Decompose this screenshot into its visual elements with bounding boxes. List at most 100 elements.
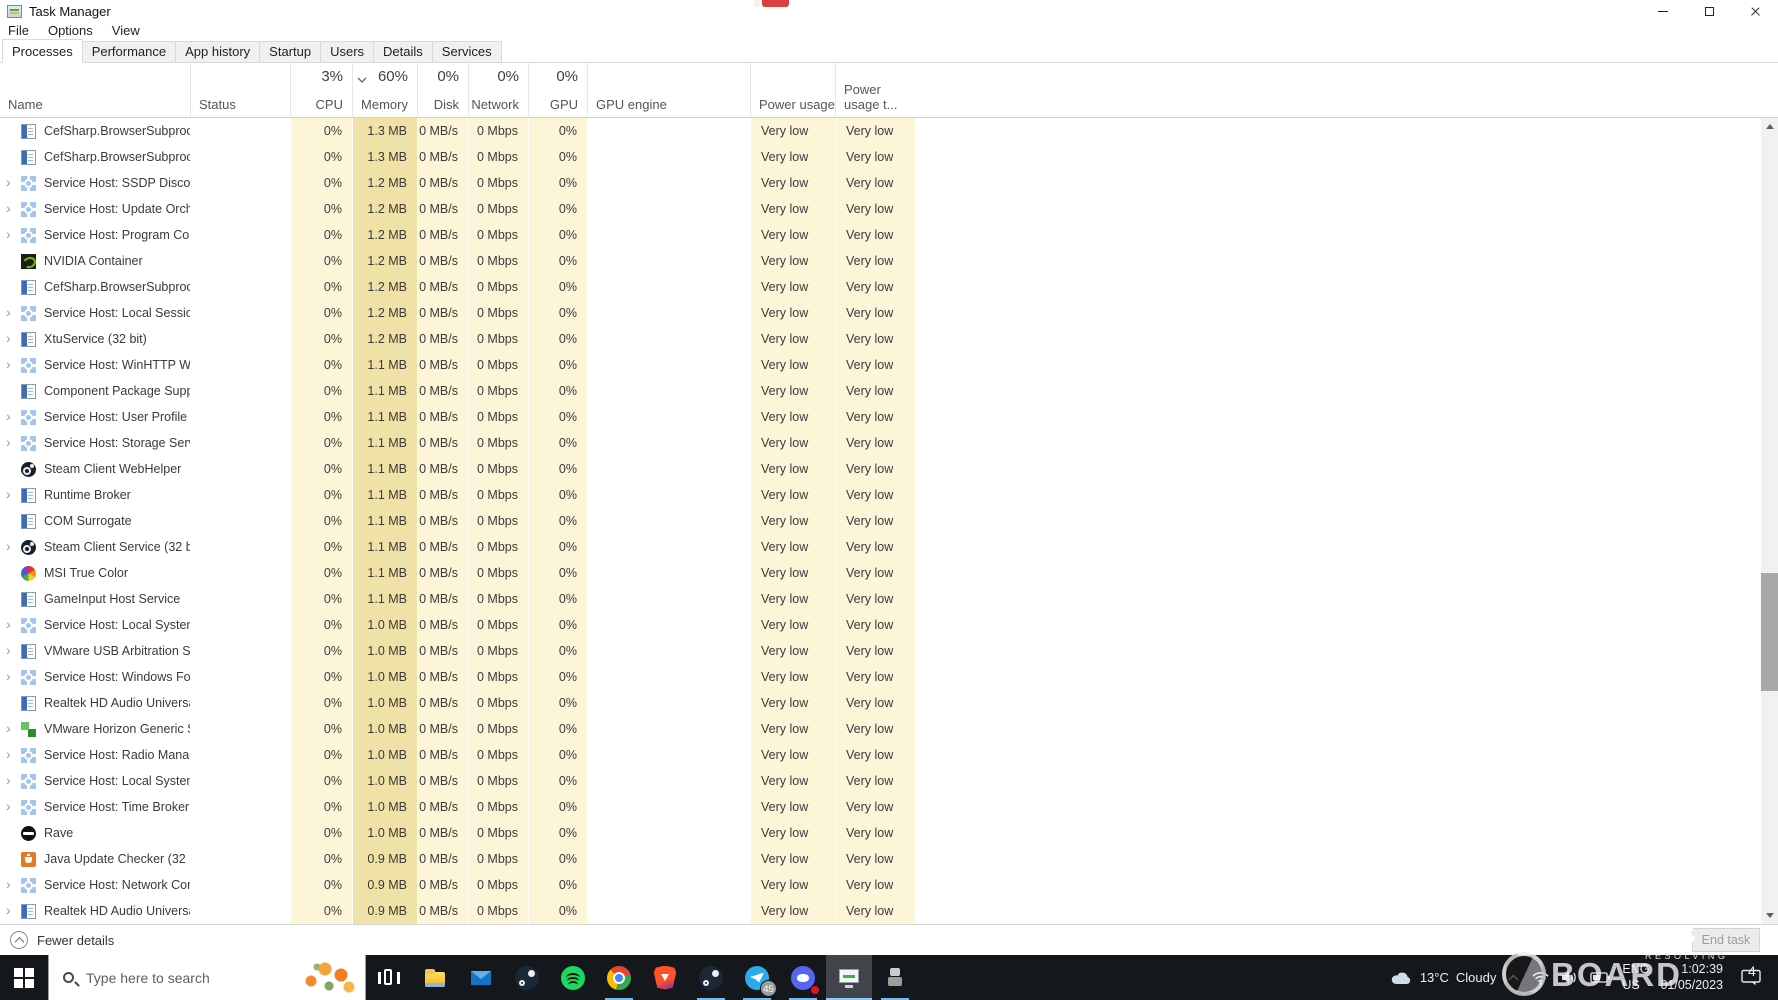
expand-chevron-icon[interactable]: › [6,772,21,788]
table-row[interactable]: › XtuService (32 bit) 0% 1.2 MB 0 MB/s 0… [0,326,1760,352]
table-row[interactable]: › Component Package Support S... 0% 1.1 … [0,378,1760,404]
expand-chevron-icon[interactable]: › [6,902,21,918]
table-row[interactable]: › Steam Client WebHelper 0% 1.1 MB 0 MB/… [0,456,1760,482]
taskbar-app-button[interactable] [826,955,872,1000]
menu-item[interactable]: Options [48,23,93,38]
column-header-network[interactable]: 0% Network [468,63,528,117]
table-row[interactable]: › Service Host: WinHTTP Web Pro... 0% 1.… [0,352,1760,378]
expand-chevron-icon[interactable]: › [6,538,21,554]
minimize-button[interactable] [1640,0,1686,22]
table-row[interactable]: › VMware USB Arbitration Service 0% 1.0 … [0,638,1760,664]
tab[interactable]: Startup [259,41,322,62]
table-row[interactable]: › Service Host: Network Connecti... 0% 0… [0,872,1760,898]
table-row[interactable]: › CefSharp.BrowserSubprocess (3... 0% 1.… [0,144,1760,170]
table-row[interactable]: › Service Host: Local System 0% 1.0 MB 0… [0,612,1760,638]
scroll-up-arrow[interactable] [1761,118,1778,135]
fewer-details-button[interactable]: Fewer details [10,931,114,949]
table-row[interactable]: › MSI True Color 0% 1.1 MB 0 MB/s 0 Mbps… [0,560,1760,586]
taskbar-app-button[interactable] [642,955,688,1000]
chevron-up-icon[interactable] [1507,973,1520,982]
weather-widget[interactable]: 13°C Cloudy [1389,970,1496,986]
tab[interactable]: Users [320,41,375,62]
table-row[interactable]: › COM Surrogate 0% 1.1 MB 0 MB/s 0 Mbps … [0,508,1760,534]
menu-item[interactable]: File [8,23,29,38]
table-row[interactable]: › GameInput Host Service 0% 1.1 MB 0 MB/… [0,586,1760,612]
taskbar-app-button[interactable] [412,955,458,1000]
maximize-button[interactable] [1686,0,1732,22]
taskbar-app-button[interactable] [780,955,826,1000]
table-row[interactable]: › Steam Client Service (32 bit) 0% 1.1 M… [0,534,1760,560]
table-row[interactable]: › Service Host: Radio Manageme... 0% 1.0… [0,742,1760,768]
table-row[interactable]: › Java Update Checker (32 bit) 0% 0.9 MB… [0,846,1760,872]
table-row[interactable]: › Service Host: Update Orchestrat... 0% … [0,196,1760,222]
table-row[interactable]: › Service Host: Program Compati... 0% 1.… [0,222,1760,248]
expand-chevron-icon[interactable]: › [6,200,21,216]
expand-chevron-icon[interactable]: › [6,226,21,242]
expand-chevron-icon[interactable]: › [6,304,21,320]
table-row[interactable]: › Runtime Broker 0% 1.1 MB 0 MB/s 0 Mbps… [0,482,1760,508]
close-button[interactable] [1732,0,1778,22]
expand-chevron-icon[interactable]: › [6,330,21,346]
table-row[interactable]: › NVIDIA Container 0% 1.2 MB 0 MB/s 0 Mb… [0,248,1760,274]
column-header-gpu[interactable]: 0% GPU [528,63,587,117]
tab[interactable]: Performance [81,41,177,62]
table-row[interactable]: › Service Host: Local Session Man... 0% … [0,300,1760,326]
tab[interactable]: App history [175,41,261,62]
taskbar-app-button[interactable] [596,955,642,1000]
search-input[interactable]: Type here to search [48,955,366,1000]
expand-chevron-icon[interactable]: › [6,486,21,502]
expand-chevron-icon[interactable]: › [6,616,21,632]
taskbar-app-button[interactable] [688,955,734,1000]
action-center-button[interactable] [1734,969,1768,986]
table-row[interactable]: › Realtek HD Audio Universal Serv... 0% … [0,898,1760,924]
expand-chevron-icon[interactable]: › [6,746,21,762]
taskbar-app-button[interactable] [550,955,596,1000]
taskbar-app-button[interactable] [504,955,550,1000]
taskbar-app-button[interactable] [872,955,918,1000]
menu-item[interactable]: View [112,23,140,38]
scroll-down-arrow[interactable] [1761,907,1778,924]
column-header-gpu-engine[interactable]: GPU engine [587,63,750,117]
table-row[interactable]: › CefSharp.BrowserSubprocess (3... 0% 1.… [0,274,1760,300]
table-row[interactable]: › Service Host: Local System 0% 1.0 MB 0… [0,768,1760,794]
tab[interactable]: Processes [2,39,83,63]
table-row[interactable]: › Realtek HD Audio Universal Serv... 0% … [0,690,1760,716]
table-row[interactable]: › Service Host: User Profile Service 0% … [0,404,1760,430]
taskbar-app-button[interactable] [366,955,412,1000]
column-header-memory[interactable]: 60% Memory [352,63,417,117]
column-header-power-usage[interactable]: Power usage [750,63,835,117]
table-row[interactable]: › VMware Horizon Generic Servic... 0% 1.… [0,716,1760,742]
expand-chevron-icon[interactable]: › [6,356,21,372]
expand-chevron-icon[interactable]: › [6,434,21,450]
expand-chevron-icon[interactable]: › [6,798,21,814]
start-button[interactable] [0,955,48,1000]
table-row[interactable]: › Service Host: Windows Font Ca... 0% 1.… [0,664,1760,690]
table-row[interactable]: › CefSharp.BrowserSubprocess (3... 0% 1.… [0,118,1760,144]
expand-chevron-icon[interactable]: › [6,408,21,424]
table-row[interactable]: › Rave 0% 1.0 MB 0 MB/s 0 Mbps 0% Very l… [0,820,1760,846]
expand-chevron-icon[interactable]: › [6,876,21,892]
expand-chevron-icon[interactable]: › [6,668,21,684]
column-header-power-usage-trend[interactable]: Power usage t... [835,63,915,117]
table-row[interactable]: › Service Host: Storage Service 0% 1.1 M… [0,430,1760,456]
scrollbar-thumb[interactable] [1761,573,1778,691]
taskbar-app-button[interactable] [458,955,504,1000]
table-row[interactable]: › Service Host: Time Broker 0% 1.0 MB 0 … [0,794,1760,820]
tab[interactable]: Details [373,41,433,62]
expand-chevron-icon[interactable]: › [6,720,21,736]
table-row[interactable]: › Service Host: SSDP Discovery 0% 1.2 MB… [0,170,1760,196]
column-header-disk[interactable]: 0% Disk [417,63,468,117]
column-header-name[interactable]: Name [0,63,190,117]
tab[interactable]: Services [431,41,502,62]
battery-icon[interactable] [1590,971,1611,984]
wifi-icon[interactable] [1531,970,1550,985]
column-header-cpu[interactable]: 3% CPU [290,63,352,117]
volume-icon[interactable] [1561,970,1579,985]
expand-chevron-icon[interactable]: › [6,174,21,190]
column-header-status[interactable]: Status [190,63,290,117]
taskbar-app-button[interactable]: 45 [734,955,780,1000]
language-indicator[interactable]: ENG US [1622,962,1649,993]
expand-chevron-icon[interactable]: › [6,642,21,658]
clock[interactable]: 1:02:39 01/05/2023 [1660,962,1723,993]
vertical-scrollbar[interactable] [1761,118,1778,924]
